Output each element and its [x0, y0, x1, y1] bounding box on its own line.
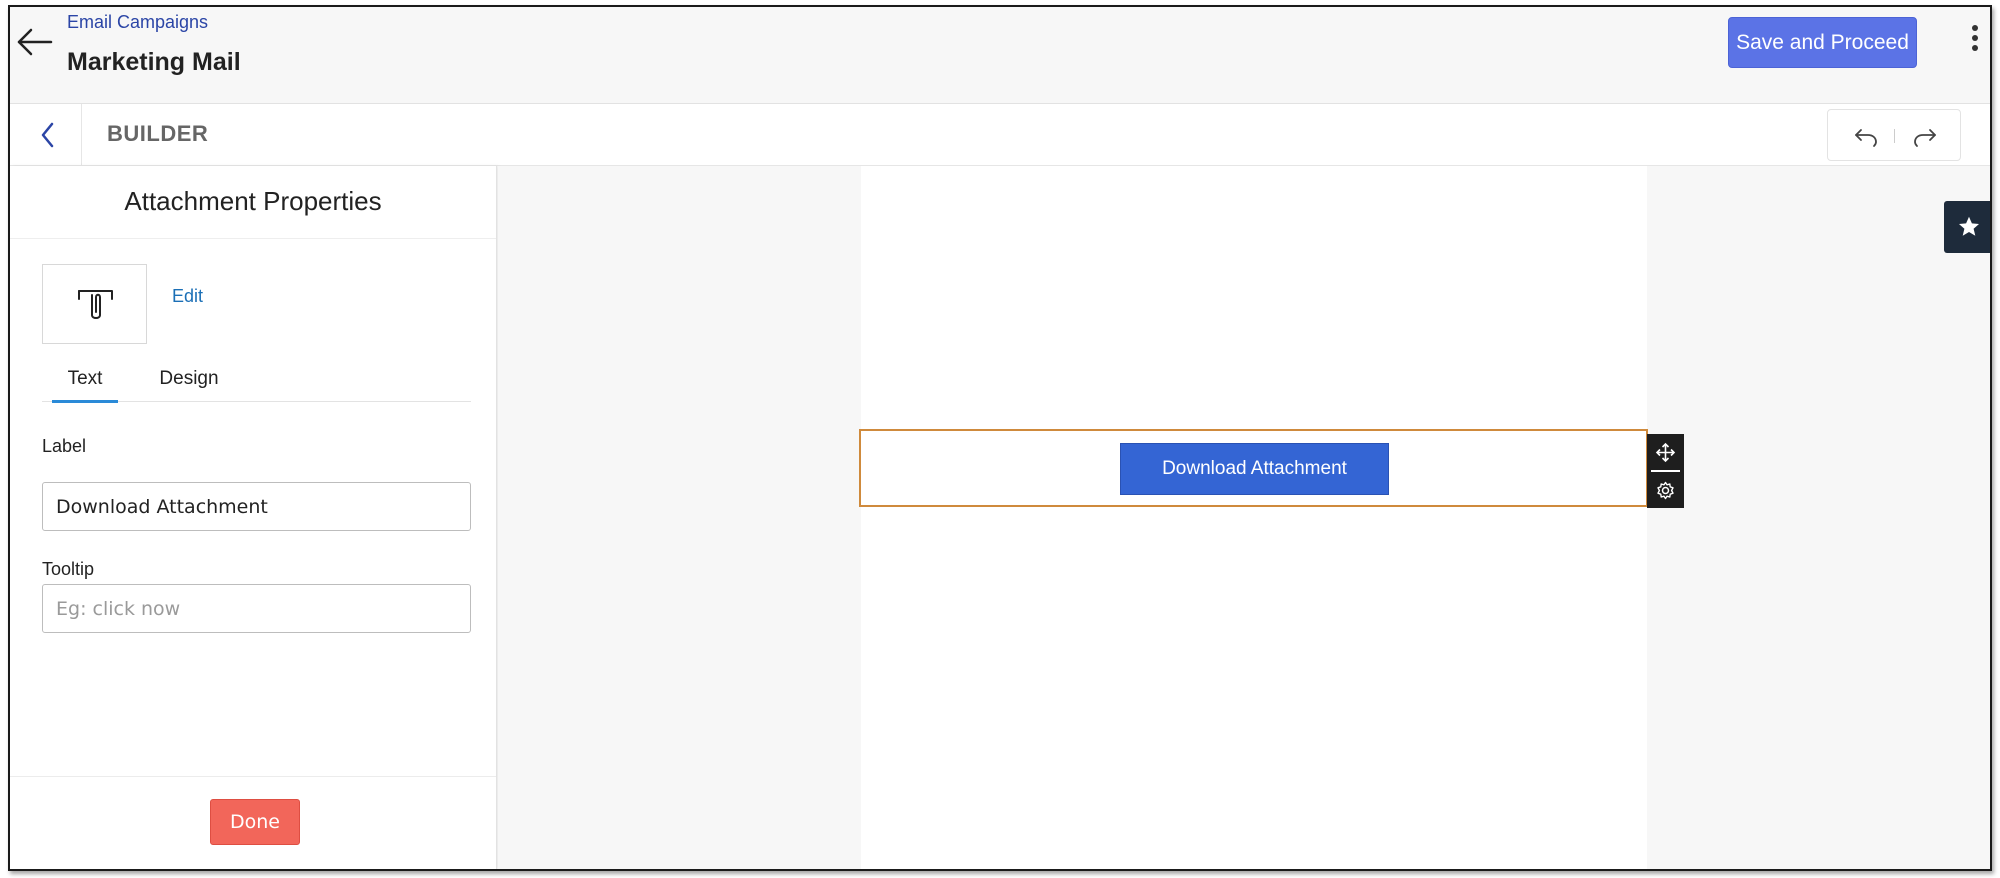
builder-bar: BUILDER [10, 104, 1990, 166]
tooltip-input[interactable] [42, 584, 471, 633]
tab-design[interactable]: Design [149, 362, 229, 402]
redo-icon[interactable] [1912, 123, 1938, 149]
divider [10, 776, 496, 777]
breadcrumb[interactable]: Email Campaigns [67, 12, 208, 33]
property-tabs: Text Design [42, 362, 471, 403]
arrow-left-icon[interactable] [16, 27, 54, 57]
done-button[interactable]: Done [210, 799, 300, 845]
label-input[interactable] [42, 482, 471, 531]
star-icon [1959, 216, 1979, 236]
divider [1894, 129, 1895, 143]
top-header: Email Campaigns Marketing Mail Save and … [10, 7, 1990, 104]
selected-attachment-block[interactable]: Download Attachment [859, 429, 1648, 507]
label-field-label: Label [42, 436, 87, 456]
tab-text[interactable]: Text [52, 362, 118, 403]
properties-panel: Attachment Properties Edit Text Design L… [10, 166, 497, 869]
app-window: Email Campaigns Marketing Mail Save and … [8, 5, 1992, 871]
save-and-proceed-button[interactable]: Save and Proceed [1728, 17, 1917, 68]
divider [81, 104, 82, 166]
email-canvas: Download Attachment [498, 166, 1990, 869]
attachment-thumbnail [42, 264, 147, 344]
panel-title: Attachment Properties [124, 186, 382, 216]
move-icon[interactable] [1647, 434, 1684, 470]
gear-icon[interactable] [1647, 472, 1684, 508]
block-toolbar [1647, 434, 1684, 508]
paperclip-icon [78, 290, 113, 319]
edit-link[interactable]: Edit [172, 286, 203, 307]
undo-redo-group [1827, 109, 1961, 161]
chevron-left-icon[interactable] [36, 120, 60, 150]
builder-title: BUILDER [107, 121, 209, 146]
divider [10, 238, 496, 239]
download-attachment-button[interactable]: Download Attachment [1120, 443, 1389, 495]
undo-icon[interactable] [1853, 123, 1879, 149]
favorites-tab[interactable] [1944, 201, 1990, 253]
tooltip-field-label: Tooltip [42, 559, 95, 579]
kebab-menu-icon[interactable] [1968, 25, 1982, 59]
email-page [861, 166, 1647, 869]
page-title: Marketing Mail [67, 48, 241, 76]
